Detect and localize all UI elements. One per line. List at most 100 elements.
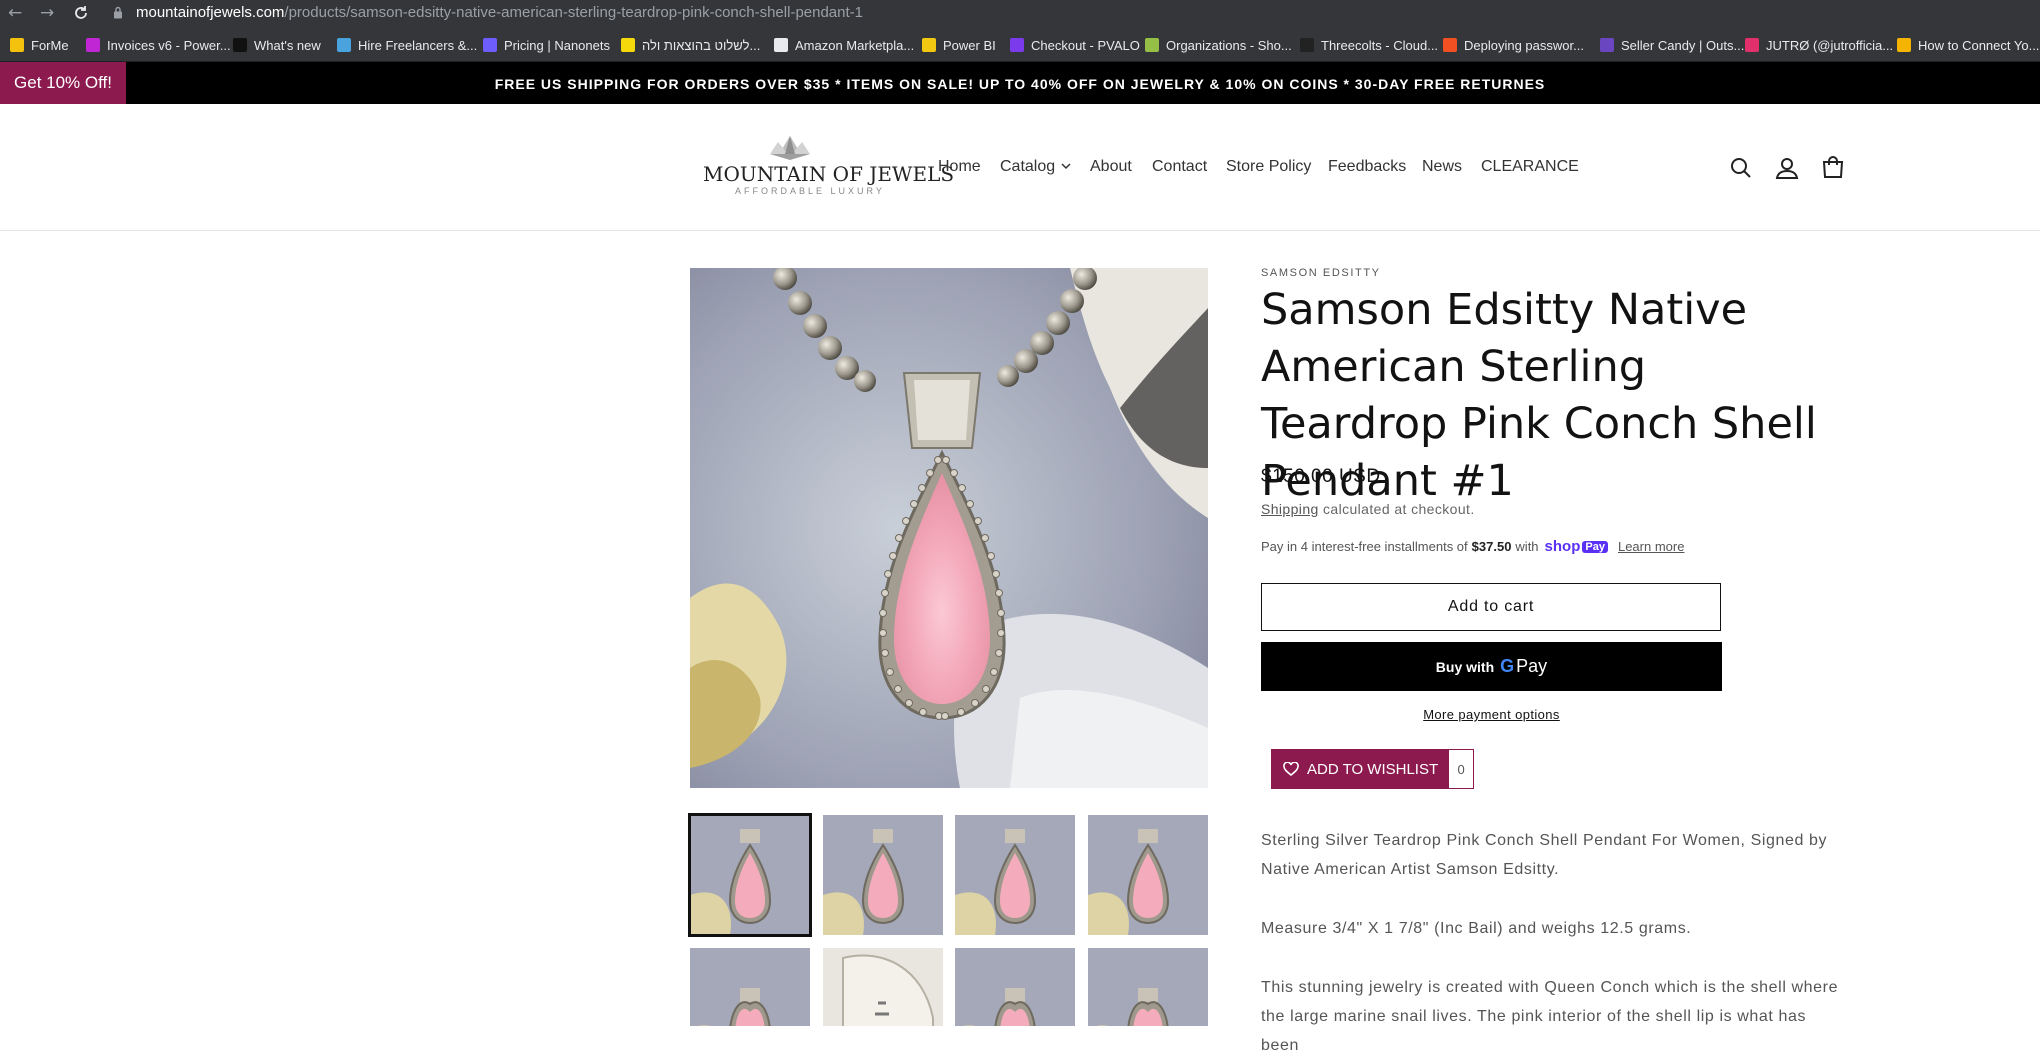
- bookmark-favicon-icon: [1010, 38, 1024, 52]
- wishlist-label: ADD TO WISHLIST: [1307, 760, 1439, 778]
- add-to-wishlist-button[interactable]: ADD TO WISHLIST: [1271, 749, 1449, 789]
- bookmark-item[interactable]: How to Connect Yo...: [1897, 36, 2039, 54]
- url-path: /products/samson-edsitty-native-american…: [284, 4, 863, 21]
- buy-with-label: Buy with: [1435, 658, 1495, 675]
- google-pay-logo-icon: G Pay: [1500, 656, 1548, 676]
- bookmark-item[interactable]: Organizations - Sho...: [1145, 36, 1292, 54]
- product-main-image[interactable]: [690, 268, 1208, 788]
- bookmark-item[interactable]: Amazon Marketpla...: [774, 36, 914, 54]
- bookmark-label: Threecolts - Cloud...: [1321, 37, 1439, 53]
- buy-with-gpay-button[interactable]: Buy with G Pay: [1261, 642, 1722, 691]
- nav-catalog[interactable]: Catalog: [1000, 158, 1071, 176]
- bookmark-item[interactable]: Threecolts - Cloud...: [1300, 36, 1438, 54]
- installments-with: with: [1515, 539, 1539, 554]
- installments-banner: Pay in 4 interest-free installments of $…: [1261, 538, 1684, 555]
- nav-news[interactable]: News: [1422, 158, 1462, 176]
- bookmark-label: Deploying passwor...: [1464, 37, 1584, 53]
- installments-text: Pay in 4 interest-free installments of: [1261, 539, 1468, 554]
- url-host: mountainofjewels.com: [136, 4, 285, 21]
- description-paragraph-1: Sterling Silver Teardrop Pink Conch Shel…: [1261, 832, 1828, 878]
- thumbnail-image: [823, 948, 943, 1026]
- wishlist-widget: ADD TO WISHLIST 0: [1271, 749, 1475, 789]
- bookmark-label: Amazon Marketpla...: [795, 37, 915, 53]
- bookmark-item[interactable]: Seller Candy | Outs...: [1600, 36, 1744, 54]
- product-vendor: SAMSON EDSITTY: [1261, 267, 1381, 279]
- bookmark-favicon-icon: [86, 38, 100, 52]
- account-icon[interactable]: [1774, 155, 1800, 181]
- more-payment-options-link[interactable]: More payment options: [1261, 707, 1722, 722]
- shipping-note-text: calculated at checkout.: [1318, 501, 1475, 517]
- logo-name[interactable]: MOUNTAIN OF JEWELS: [703, 162, 954, 186]
- bookmark-label: ForMe: [31, 37, 69, 53]
- nav-home[interactable]: Home: [938, 158, 981, 176]
- bookmark-item[interactable]: Hire Freelancers &...: [337, 36, 477, 54]
- nav-clearance[interactable]: CLEARANCE: [1481, 158, 1579, 176]
- bookmark-favicon-icon: [1443, 38, 1457, 52]
- thumbnail-image: [955, 815, 1075, 935]
- product-thumbnail[interactable]: [823, 815, 943, 935]
- bookmark-item[interactable]: Invoices v6 - Power...: [86, 36, 231, 54]
- description-paragraph-2: Measure 3/4" X 1 7/8" (Inc Bail) and wei…: [1261, 920, 1692, 937]
- learn-more-link[interactable]: Learn more: [1618, 539, 1684, 554]
- bookmark-label: JUTRØ (@jutrofficia...: [1766, 37, 1894, 53]
- bookmark-favicon-icon: [621, 38, 635, 52]
- wishlist-count: 0: [1448, 749, 1475, 789]
- url-field[interactable]: mountainofjewels.com/products/samson-eds…: [136, 4, 863, 21]
- add-to-cart-button[interactable]: Add to cart: [1261, 583, 1721, 631]
- bookmark-label: Hire Freelancers &...: [358, 37, 478, 53]
- product-thumbnail[interactable]: [688, 813, 812, 937]
- reload-icon[interactable]: [73, 5, 89, 21]
- nav-feedbacks[interactable]: Feedbacks: [1328, 158, 1406, 176]
- bookmark-item[interactable]: Power BI: [922, 36, 996, 54]
- description-paragraph-3: This stunning jewelry is created with Qu…: [1261, 979, 1839, 1054]
- installment-amount: $37.50: [1471, 539, 1512, 554]
- nav-store-policy[interactable]: Store Policy: [1226, 158, 1311, 176]
- thumbnail-image: [955, 948, 1075, 1026]
- product-thumbnail[interactable]: [1088, 948, 1208, 1026]
- announcement-text: FREE US SHIPPING FOR ORDERS OVER $35 * I…: [494, 76, 1546, 92]
- bookmark-item[interactable]: What's new: [233, 36, 321, 54]
- bookmark-favicon-icon: [483, 38, 497, 52]
- product-thumbnail[interactable]: [955, 815, 1075, 935]
- heart-icon: [1283, 762, 1299, 776]
- bookmark-favicon-icon: [1300, 38, 1314, 52]
- cart-icon[interactable]: [1820, 155, 1846, 181]
- thumbnail-image: [823, 815, 943, 935]
- product-thumbnail[interactable]: [1088, 815, 1208, 935]
- shipping-link[interactable]: Shipping: [1261, 501, 1319, 517]
- nav-contact[interactable]: Contact: [1152, 158, 1207, 176]
- thumbnail-image: [1088, 815, 1208, 935]
- bookmark-favicon-icon: [922, 38, 936, 52]
- gpay-label: Pay: [1516, 656, 1548, 676]
- bookmark-favicon-icon: [1145, 38, 1159, 52]
- bookmark-item[interactable]: JUTRØ (@jutrofficia...: [1745, 36, 1893, 54]
- shop-pay-logo-icon: shop Pay: [1545, 538, 1608, 555]
- bookmark-item[interactable]: Checkout - PVALO: [1010, 36, 1140, 54]
- product-thumbnail[interactable]: [955, 948, 1075, 1026]
- back-arrow-icon[interactable]: ←: [8, 3, 22, 23]
- product-thumbnail[interactable]: [823, 948, 943, 1026]
- forward-arrow-icon[interactable]: →: [40, 3, 54, 23]
- bookmark-favicon-icon: [1745, 38, 1759, 52]
- shop-pay-pay: Pay: [1582, 540, 1608, 553]
- bookmark-label: What's new: [254, 37, 321, 53]
- bookmark-label: Seller Candy | Outs...: [1621, 37, 1745, 53]
- bookmark-label: Pricing | Nanonets: [504, 37, 610, 53]
- bookmark-label: Checkout - PVALO: [1031, 37, 1140, 53]
- bookmark-item[interactable]: Pricing | Nanonets: [483, 36, 610, 54]
- bookmark-label: Organizations - Sho...: [1166, 37, 1292, 53]
- bookmark-item[interactable]: לשלוט בהוצאות ולה...: [621, 36, 760, 54]
- logo-tagline: AFFORDABLE LUXURY: [735, 186, 885, 196]
- lock-icon: [114, 6, 122, 19]
- bookmark-favicon-icon: [233, 38, 247, 52]
- product-thumbnail[interactable]: [690, 948, 810, 1026]
- bookmark-favicon-icon: [1897, 38, 1911, 52]
- bookmark-item[interactable]: ForMe: [10, 36, 69, 54]
- bookmark-favicon-icon: [10, 38, 24, 52]
- search-icon[interactable]: [1728, 155, 1754, 181]
- bookmark-item[interactable]: Deploying passwor...: [1443, 36, 1584, 54]
- nav-about[interactable]: About: [1090, 158, 1132, 176]
- bookmark-favicon-icon: [774, 38, 788, 52]
- nav-catalog-label: Catalog: [1000, 158, 1056, 175]
- shipping-note: Shipping calculated at checkout.: [1261, 501, 1475, 517]
